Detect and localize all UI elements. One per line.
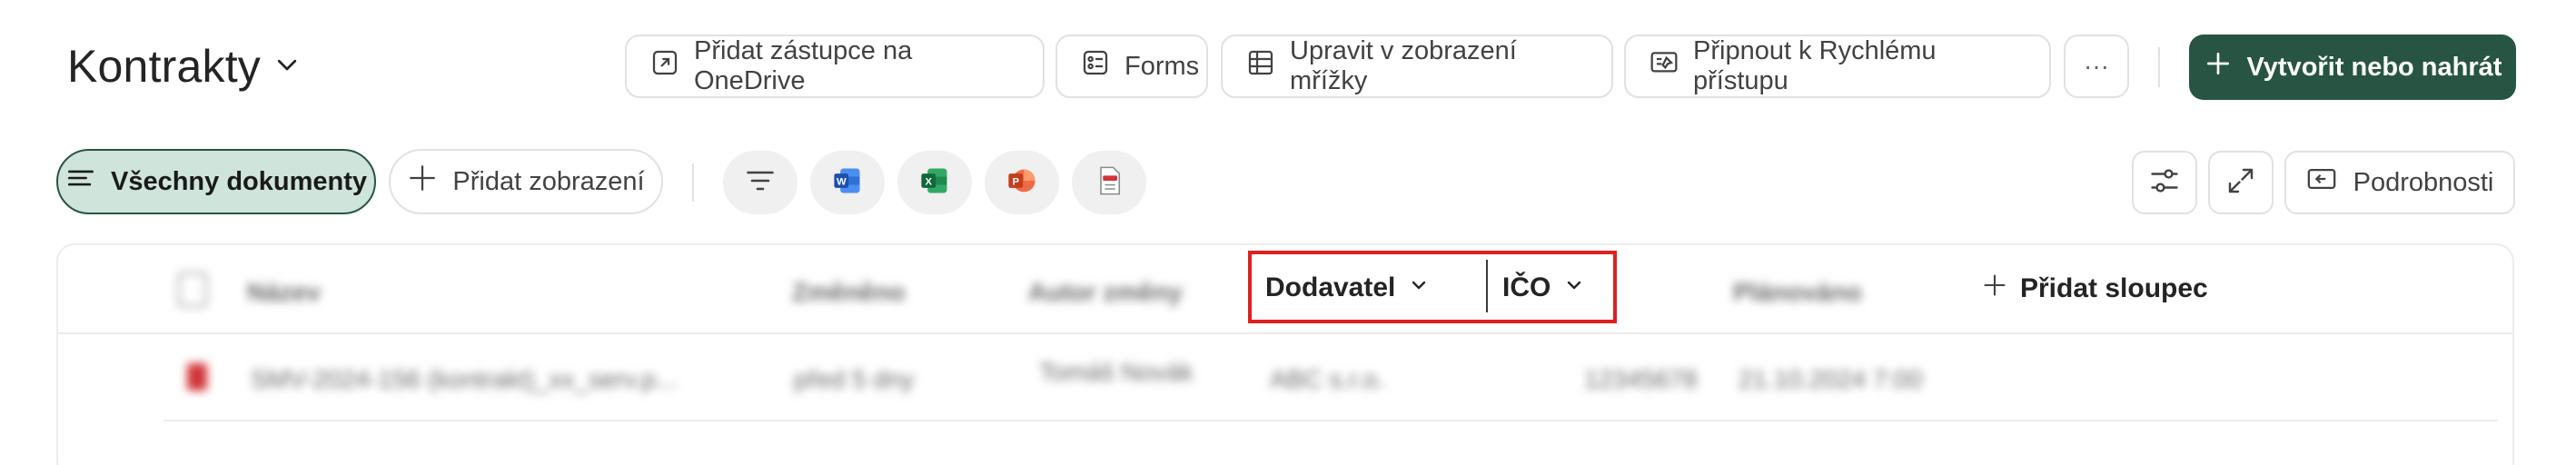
column-header-modified[interactable]: Změněno	[792, 278, 905, 307]
forms-label: Forms	[1125, 51, 1200, 81]
forms-button[interactable]: Forms	[1055, 35, 1208, 98]
add-column-button[interactable]: Přidat sloupec	[1982, 272, 2208, 305]
expand-button[interactable]	[2208, 151, 2274, 214]
filter-icon	[744, 164, 777, 202]
header-divider	[58, 332, 2512, 334]
svg-text:W: W	[837, 176, 847, 187]
more-options-button[interactable]: ···	[2064, 35, 2129, 98]
add-column-label: Přidat sloupec	[2020, 273, 2208, 303]
add-onedrive-shortcut-label: Přidat zástupce na OneDrive	[694, 36, 913, 95]
details-button[interactable]: Podrobnosti	[2284, 151, 2515, 214]
svg-text:P: P	[1012, 176, 1019, 187]
chevron-down-icon	[273, 51, 301, 83]
plus-icon	[2204, 49, 2233, 85]
add-onedrive-shortcut-button[interactable]: Přidat zástupce na OneDrive	[625, 35, 1045, 98]
file-type-header-icon	[178, 272, 207, 307]
view-all-documents[interactable]: Všechny dokumenty	[56, 149, 376, 214]
add-view-button[interactable]: Přidat zobrazení	[389, 149, 663, 214]
pdf-icon	[187, 363, 207, 391]
views-divider	[692, 163, 694, 202]
word-icon: W	[831, 164, 864, 202]
library-title[interactable]: Kontrakty	[67, 40, 301, 93]
column-header-modified-by[interactable]: Autor změny	[1028, 278, 1183, 307]
plus-icon	[1982, 272, 2007, 305]
powerpoint-icon: P	[1006, 164, 1038, 202]
column-header-planned[interactable]: Plánováno	[1733, 278, 1862, 307]
expand-icon	[2224, 164, 2257, 202]
pdf-filter-button[interactable]	[1072, 151, 1146, 214]
edit-grid-view-button[interactable]: Upravit v zobrazení mřížky	[1221, 35, 1613, 98]
excel-filter-button[interactable]: X	[897, 151, 972, 214]
view-options-button[interactable]	[2132, 151, 2197, 214]
forms-icon	[1081, 48, 1110, 84]
highlight-box	[1248, 251, 1617, 323]
edit-grid-view-label: Upravit v zobrazení mřížky	[1290, 36, 1517, 95]
row-supplier: ABC s.r.o.	[1270, 365, 1385, 393]
filter-button[interactable]	[723, 151, 798, 214]
create-or-upload-label: Vytvořit nebo nahrát	[2246, 52, 2502, 82]
settings-sliders-icon	[2148, 164, 2181, 202]
row-ico: 12345678	[1584, 365, 1698, 393]
more-options-label: ···	[2084, 52, 2109, 80]
row-name[interactable]: SMV-2024-156 (kontrakt)_xx_serv.p...	[251, 365, 677, 394]
command-divider	[2158, 47, 2160, 87]
details-panel-icon	[2306, 163, 2337, 202]
row-modified-by[interactable]: Tomáš Novák	[1039, 358, 1194, 387]
page-title: Kontrakty	[67, 41, 262, 92]
excel-icon: X	[918, 164, 951, 202]
pin-quick-access-label: Připnout k Rychlému přístupu	[1693, 36, 1937, 95]
row-modified: před 5 dny	[794, 365, 915, 393]
view-all-documents-label: Všechny dokumenty	[110, 166, 368, 196]
word-filter-button[interactable]: W	[810, 151, 885, 214]
details-label: Podrobnosti	[2353, 167, 2494, 197]
pin-icon	[1650, 48, 1679, 84]
row-divider	[163, 420, 2498, 421]
pdf-icon	[1093, 164, 1125, 202]
add-view-label: Přidat zobrazení	[452, 166, 645, 196]
list-icon	[65, 163, 96, 201]
plus-icon	[407, 163, 438, 201]
powerpoint-filter-button[interactable]: P	[985, 151, 1059, 214]
row-planned: 21.10.2024 7:00	[1739, 365, 1923, 393]
svg-text:X: X	[925, 176, 932, 187]
create-or-upload-button[interactable]: Vytvořit nebo nahrát	[2189, 35, 2516, 100]
pin-quick-access-button[interactable]: Připnout k Rychlému přístupu	[1624, 35, 2051, 98]
column-header-name[interactable]: Název	[247, 278, 321, 307]
grid-icon	[1246, 48, 1275, 84]
shortcut-icon	[650, 48, 679, 84]
